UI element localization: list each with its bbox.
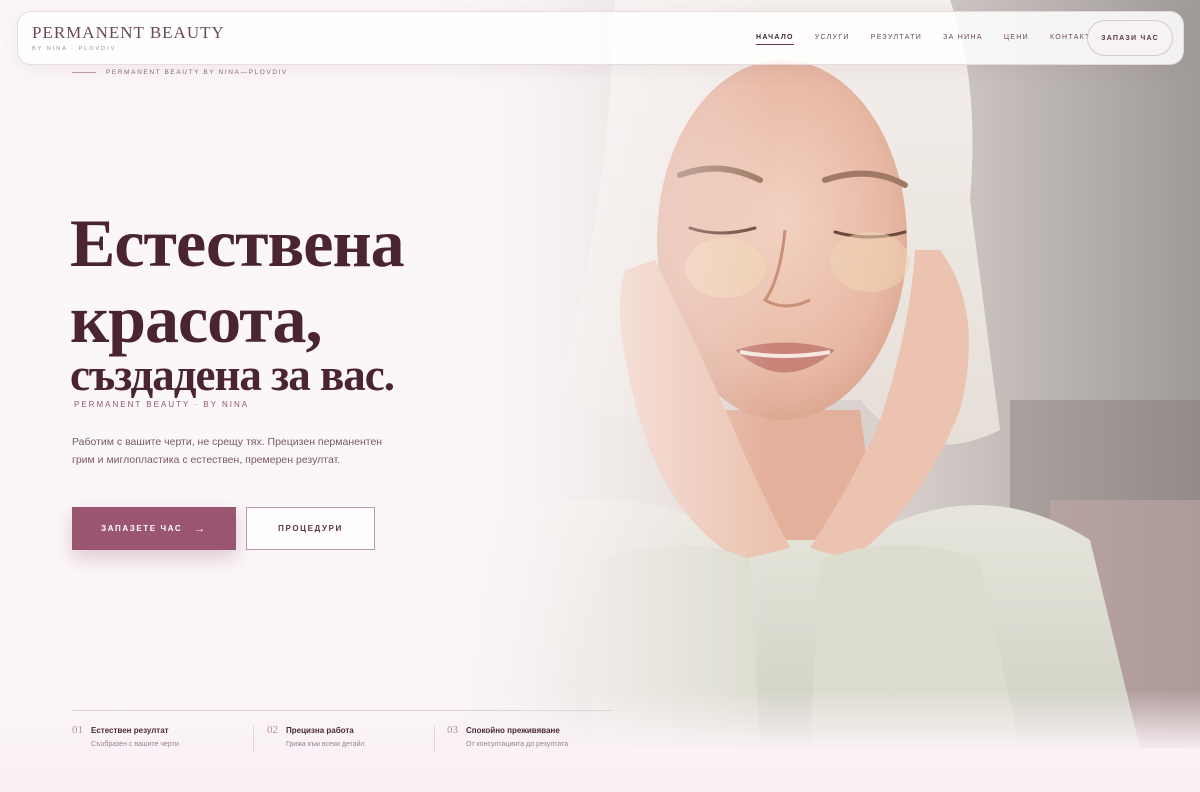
menu-item-about[interactable]: ЗА НИНА [943, 34, 983, 45]
feature-number: 01 [72, 724, 83, 736]
book-appointment-button[interactable]: ЗАПАЗЕТЕ ЧАС → [72, 507, 236, 550]
menu-item-prices[interactable]: ЦЕНИ [1004, 34, 1029, 45]
feature-separator [434, 726, 435, 752]
feature-subtitle: От консултацията до резултата [466, 741, 569, 748]
features-divider [72, 710, 612, 711]
book-appointment-label: ЗАПАЗЕТЕ ЧАС [101, 524, 183, 533]
menu-item-services[interactable]: УСЛУГИ [815, 34, 850, 45]
top-navbar: PERMANENT BEAUTY BY NINA · PLOVDIV НАЧАЛ… [17, 11, 1184, 65]
eyebrow-divider [72, 72, 96, 73]
menu-item-home[interactable]: НАЧАЛО [756, 34, 794, 45]
hero-photo [440, 0, 1200, 748]
feature-title: Спокойно преживяване [466, 726, 560, 735]
feature-number: 02 [267, 724, 278, 736]
feature-subtitle: Съобразен с вашите черти [91, 741, 179, 748]
procedures-button[interactable]: ПРОЦЕДУРИ [246, 507, 375, 550]
headline-line-3: създадена за вас. [70, 350, 395, 400]
brand-subtitle: BY NINA · PLOVDIV [32, 46, 117, 52]
menu-item-results[interactable]: РЕЗУЛТАТИ [871, 34, 922, 45]
menu-item-contact[interactable]: КОНТАКТ [1050, 34, 1091, 45]
feature-separator [253, 726, 254, 752]
book-appointment-nav-button[interactable]: ЗАПАЗИ ЧАС [1087, 20, 1173, 56]
feature-title: Естествен резултат [91, 726, 169, 735]
brand-logo[interactable]: PERMANENT BEAUTY BY NINA · PLOVDIV [32, 23, 225, 52]
headline-line-2: красота, [70, 281, 323, 357]
main-menu: НАЧАЛО УСЛУГИ РЕЗУЛТАТИ ЗА НИНА ЦЕНИ КОН… [756, 12, 1091, 66]
hero-description: Работим с вашите черти, не срещу тях. Пр… [72, 436, 383, 466]
brand-name: PERMANENT BEAUTY [32, 23, 225, 42]
hero-tagline: PERMANENT BEAUTY · BY NINA [74, 400, 250, 409]
eyebrow-text: PERMANENT BEAUTY BY NINA—PLOVDIV [106, 69, 288, 76]
hero-eyebrow: PERMANENT BEAUTY BY NINA—PLOVDIV [72, 69, 288, 76]
hero-photo-illustration [440, 0, 1200, 748]
hero-headline: Естествена красота, създадена за вас. [70, 205, 405, 400]
arrow-right-icon: → [194, 522, 207, 535]
feature-title: Прецизна работа [286, 726, 354, 735]
headline-line-1: Естествена [70, 205, 405, 281]
feature-subtitle: Грижа към всеки детайл [286, 741, 365, 748]
feature-number: 03 [447, 724, 458, 736]
